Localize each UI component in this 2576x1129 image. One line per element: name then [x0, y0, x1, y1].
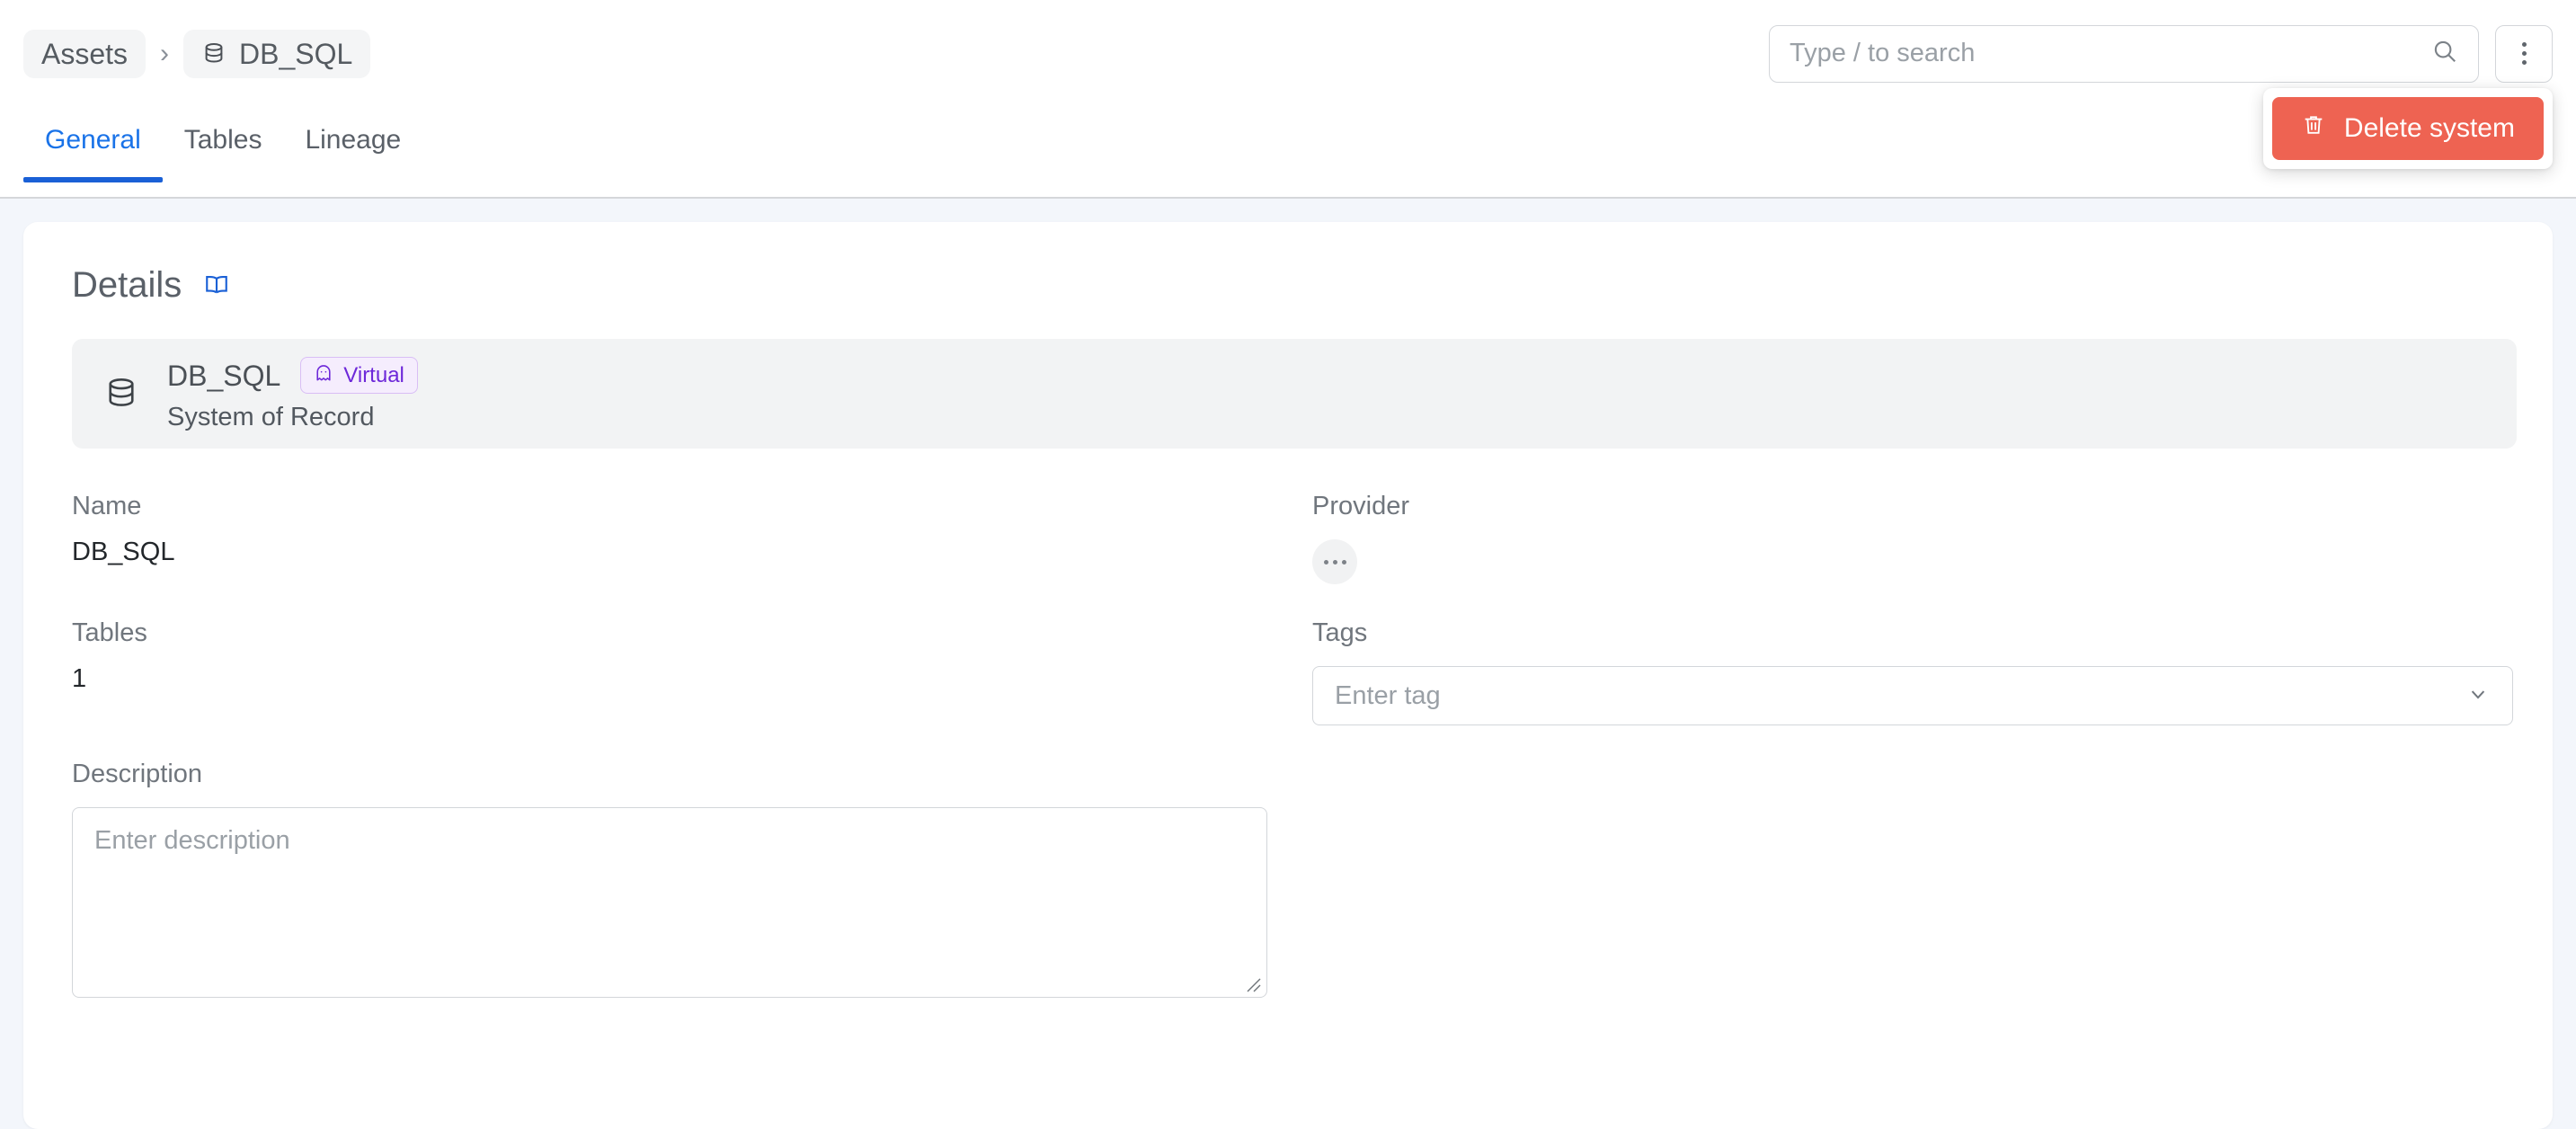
- entity-name: DB_SQL: [167, 359, 281, 392]
- field-description-label: Description: [72, 760, 203, 788]
- database-icon: [201, 41, 227, 67]
- provider-avatar[interactable]: [1312, 539, 1357, 584]
- page-title: Details: [72, 265, 182, 305]
- entity-title-row: DB_SQL Virtual: [167, 357, 418, 394]
- delete-system-label: Delete system: [2343, 113, 2515, 143]
- tab-tables-label: Tables: [183, 125, 262, 155]
- field-description: Description: [72, 761, 1312, 998]
- field-tables-label: Tables: [72, 618, 147, 647]
- trash-icon: [2301, 112, 2326, 145]
- description-input[interactable]: [94, 826, 1245, 979]
- tab-tables[interactable]: Tables: [163, 107, 284, 181]
- field-tags: Tags Enter tag: [1312, 620, 2517, 725]
- options-dropdown-menu: Delete system: [2262, 88, 2553, 169]
- field-grid: Name DB_SQL Provider Tables 1 Tags Enter…: [59, 493, 2517, 1034]
- chevron-down-icon[interactable]: [2465, 681, 2491, 711]
- field-tables-value: 1: [72, 664, 87, 693]
- status-badge-label: Virtual: [343, 362, 404, 387]
- page-body: Details DB_SQL Virtual System of Record …: [0, 199, 2576, 1129]
- breadcrumb-separator: ›: [160, 38, 170, 68]
- tab-lineage[interactable]: Lineage: [283, 107, 422, 181]
- book-icon[interactable]: [203, 271, 230, 298]
- details-header: Details: [59, 256, 2517, 303]
- field-tables: Tables 1: [72, 620, 1312, 725]
- search-box[interactable]: [1769, 24, 2479, 83]
- search-input[interactable]: [1790, 39, 2431, 68]
- status-badge: Virtual: [300, 357, 418, 394]
- ghost-icon: [314, 363, 333, 387]
- tags-select[interactable]: Enter tag: [1312, 666, 2513, 725]
- database-icon: [102, 375, 140, 413]
- description-box[interactable]: [72, 807, 1267, 998]
- top-bar-actions: [1769, 24, 2553, 83]
- breadcrumb-label-db-sql: DB_SQL: [239, 37, 353, 70]
- breadcrumb-label-assets: Assets: [41, 37, 129, 70]
- search-icon[interactable]: [2431, 38, 2458, 69]
- field-name: Name DB_SQL: [72, 493, 1312, 584]
- tab-general-label: General: [45, 125, 141, 155]
- tags-placeholder: Enter tag: [1335, 680, 1441, 710]
- field-tags-label: Tags: [1312, 618, 1368, 647]
- breadcrumb-item-db-sql[interactable]: DB_SQL: [183, 29, 371, 78]
- top-bar: Assets › DB_SQL Type / to search Delete …: [0, 0, 2576, 169]
- entity-summary-card: DB_SQL Virtual System of Record: [72, 339, 2517, 449]
- tab-general[interactable]: General: [23, 107, 163, 182]
- field-name-value: DB_SQL: [72, 538, 175, 566]
- more-options-button[interactable]: [2495, 24, 2553, 83]
- field-provider: Provider: [1312, 493, 2517, 584]
- field-provider-label: Provider: [1312, 492, 1409, 520]
- entity-text: DB_SQL Virtual System of Record: [167, 357, 418, 431]
- field-name-label: Name: [72, 492, 142, 520]
- breadcrumb: Assets › DB_SQL: [23, 29, 371, 78]
- tab-lineage-label: Lineage: [305, 125, 402, 155]
- tab-bar: General Tables Lineage: [0, 107, 2576, 199]
- breadcrumb-item-assets[interactable]: Assets: [23, 29, 147, 78]
- kebab-menu-icon: [2521, 42, 2527, 65]
- entity-subtitle: System of Record: [167, 403, 375, 431]
- delete-system-button[interactable]: Delete system: [2271, 97, 2544, 160]
- details-card: Details DB_SQL Virtual System of Record …: [23, 222, 2553, 1129]
